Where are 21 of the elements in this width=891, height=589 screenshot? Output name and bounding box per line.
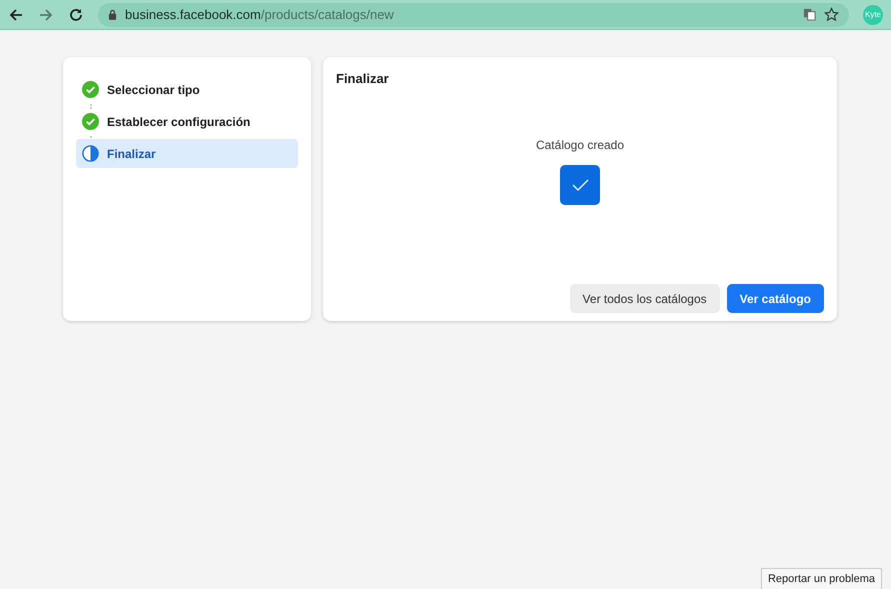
action-button[interactable]: Ver todos los catálogos xyxy=(570,284,720,313)
address-bar[interactable]: business.facebook.com/products/catalogs/new xyxy=(98,2,849,26)
url-text: business.facebook.com/products/catalogs/new xyxy=(125,7,394,22)
report-problem-button[interactable]: Reportar un problema xyxy=(760,568,882,589)
action-button[interactable]: Ver catálogo xyxy=(726,284,824,313)
step-connector xyxy=(90,104,92,107)
star-icon[interactable] xyxy=(824,7,839,22)
forward-icon[interactable] xyxy=(38,6,54,22)
half-circle-icon xyxy=(82,145,99,162)
translate-icon[interactable] xyxy=(803,8,816,21)
check-circle-icon xyxy=(82,81,99,98)
reload-icon[interactable] xyxy=(68,6,84,22)
step-item[interactable]: Establecer configuración xyxy=(76,107,298,136)
back-icon[interactable] xyxy=(8,6,24,22)
lock-icon xyxy=(108,9,117,20)
step-item[interactable]: Finalizar xyxy=(76,139,298,168)
check-circle-icon xyxy=(82,113,99,130)
success-message: Catálogo creado xyxy=(536,138,624,152)
check-icon xyxy=(560,165,600,205)
step-item[interactable]: Seleccionar tipo xyxy=(76,75,298,104)
panel-title: Finalizar xyxy=(336,71,390,86)
